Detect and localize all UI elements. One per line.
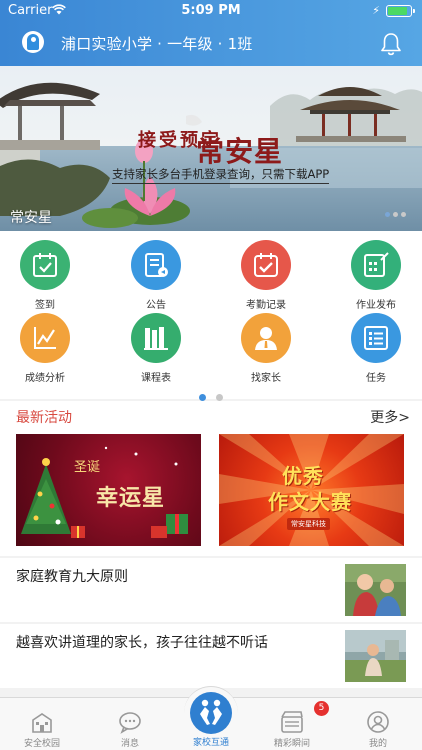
function-label: 找家长: [251, 373, 281, 384]
homework-icon: [351, 240, 401, 290]
article-title: 家庭教育九大原则: [16, 569, 128, 585]
banner-dot: [393, 212, 398, 217]
tab-label: 精彩瞬间: [273, 739, 310, 749]
score-chart-icon: [20, 313, 70, 363]
function-label: 课程表: [141, 373, 171, 384]
timetable-icon: [131, 313, 181, 363]
function-task[interactable]: 任务: [331, 313, 421, 384]
school-icon: [32, 713, 52, 733]
tab-label: 消息: [120, 739, 139, 749]
banner-dot: [385, 212, 390, 217]
section-title: 最新活动: [16, 410, 72, 426]
function-label: 公告: [146, 300, 166, 311]
article-thumbnail: [345, 630, 406, 682]
function-score-analysis[interactable]: 成绩分析: [0, 313, 90, 384]
parent-icon: [241, 313, 291, 363]
function-find-parent[interactable]: 找家长: [221, 313, 311, 384]
activity-card-line1: 圣诞: [74, 460, 101, 475]
banner-carousel[interactable]: 接受预定 常安星 支持家长多台手机登录查询，只需下载APP 常安星: [0, 66, 422, 231]
latest-activities: 最新活动 更多> 圣诞 幸运星 优秀 作文大赛 常安星科技: [0, 401, 422, 556]
banner-subtitle[interactable]: 支持家长多台手机登录查询，只需下载APP: [112, 166, 330, 184]
activity-card-line2: 作文大赛: [268, 490, 352, 514]
tab-label: 家校互通: [192, 738, 229, 748]
notification-badge: 5: [314, 701, 329, 716]
function-label: 考勤记录: [246, 300, 286, 311]
tab-home-school-label-wrap: 家校互通: [169, 697, 253, 750]
school-logo[interactable]: [22, 31, 44, 53]
activity-card-line2: 幸运星: [96, 485, 166, 511]
function-label: 成绩分析: [25, 373, 65, 384]
banner-dot: [401, 212, 406, 217]
function-timetable[interactable]: 课程表: [111, 313, 201, 384]
more-link[interactable]: 更多>: [370, 407, 410, 427]
activity-card-christmas[interactable]: 圣诞 幸运星: [16, 434, 201, 546]
checkin-icon: [20, 240, 70, 290]
page-title[interactable]: 浦口实验小学 · 一年级 · 1班: [61, 33, 253, 54]
article-item[interactable]: 家庭教育九大原则: [0, 558, 422, 622]
banner-brand: 常安星: [196, 135, 284, 168]
video-icon: [281, 711, 303, 733]
function-announcement[interactable]: 公告: [111, 240, 201, 311]
article-item[interactable]: 越喜欢讲道理的家长，孩子往往越不听话: [0, 624, 422, 688]
charging-icon: ⚡: [372, 4, 380, 17]
banner-caption: 常安星: [10, 210, 52, 226]
grid-page-dot: [216, 394, 223, 401]
function-grid: 签到 公告 考勤记录 作业发布 成绩分析 课程表 找家长 任务: [0, 231, 422, 401]
tab-messages[interactable]: 消息: [88, 698, 172, 750]
task-icon: [351, 313, 401, 363]
tab-mine[interactable]: 我的: [336, 698, 420, 750]
profile-icon: [367, 711, 389, 733]
grid-page-dot: [199, 394, 206, 401]
status-bar: Carrier 5:09 PM ⚡: [0, 0, 422, 22]
function-label: 作业发布: [356, 300, 396, 311]
function-checkin[interactable]: 签到: [0, 240, 90, 311]
function-label: 签到: [35, 300, 55, 311]
function-attendance[interactable]: 考勤记录: [221, 240, 311, 311]
activity-card-line1: 优秀: [282, 464, 324, 488]
clock: 5:09 PM: [181, 3, 241, 18]
function-label: 任务: [366, 373, 386, 384]
tab-label: 安全校园: [23, 739, 60, 749]
top-bar: Carrier 5:09 PM ⚡ 浦口实验小学 · 一年级 · 1班: [0, 0, 422, 66]
battery-icon: [386, 5, 415, 17]
banner-page-indicator: [385, 212, 406, 217]
function-homework[interactable]: 作业发布: [331, 240, 421, 311]
tab-label: 我的: [368, 739, 387, 749]
message-icon: [119, 712, 141, 734]
activity-card-essay[interactable]: 优秀 作文大赛 常安星科技: [219, 434, 404, 546]
bell-icon[interactable]: [380, 32, 402, 56]
announcement-icon: [131, 240, 181, 290]
tab-safe-campus[interactable]: 安全校园: [0, 698, 84, 750]
article-title: 越喜欢讲道理的家长，孩子往往越不听话: [16, 635, 268, 651]
article-thumbnail: [345, 564, 406, 616]
attendance-icon: [241, 240, 291, 290]
activity-card-tag: 常安星科技: [287, 518, 330, 530]
